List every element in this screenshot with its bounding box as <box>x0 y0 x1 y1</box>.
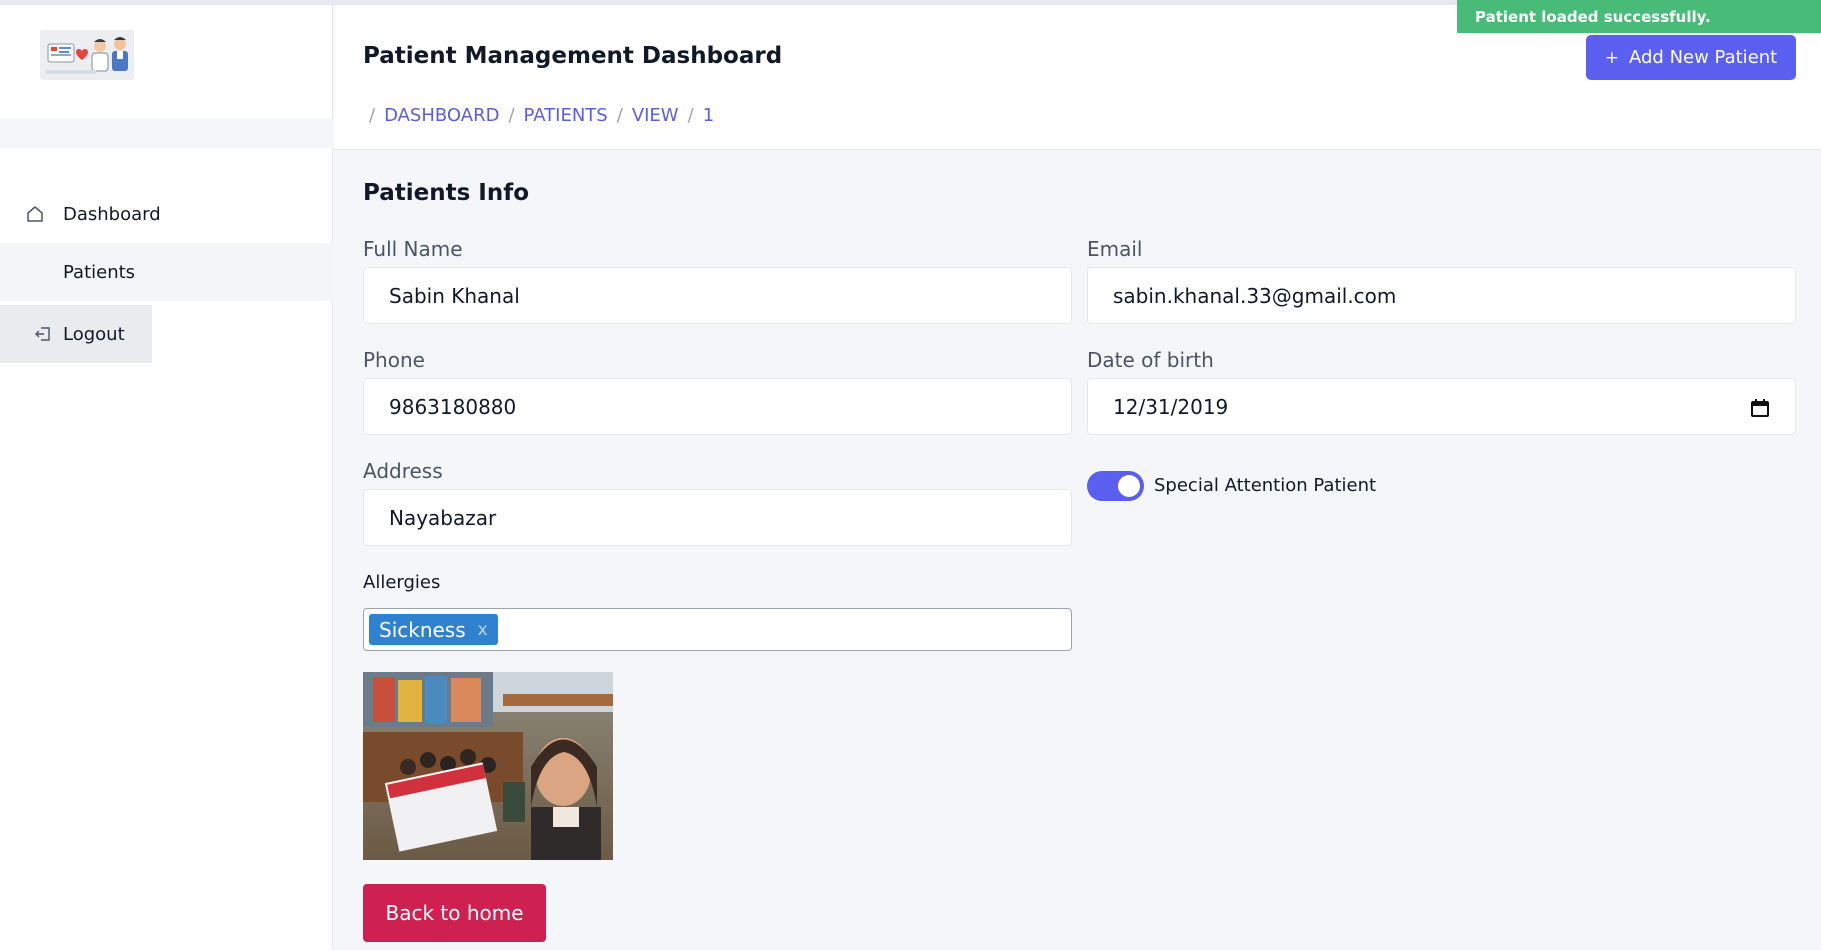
breadcrumb-separator: / <box>687 105 694 126</box>
dob-label: Date of birth <box>1087 348 1214 372</box>
sidebar-item-label: Dashboard <box>63 203 161 225</box>
home-icon <box>24 205 46 223</box>
section-title: Patients Info <box>363 180 530 206</box>
page-title: Patient Management Dashboard <box>363 43 783 69</box>
sidebar-divider-band <box>0 118 333 148</box>
breadcrumb-link-dashboard[interactable]: DASHBOARD <box>384 105 499 126</box>
breadcrumb: / DASHBOARD / PATIENTS / VIEW / 1 <box>369 105 714 126</box>
plus-icon: + <box>1604 47 1619 68</box>
logout-icon <box>32 325 54 343</box>
sidebar-item-label: Logout <box>63 323 125 345</box>
sidebar-item-dashboard[interactable]: Dashboard <box>0 185 333 243</box>
sidebar-item-logout[interactable]: Logout <box>0 305 152 363</box>
sidebar-item-label: Patients <box>63 261 136 283</box>
phone-value: 9863180880 <box>389 394 517 419</box>
breadcrumb-separator: / <box>616 105 623 126</box>
success-toast[interactable]: Patient loaded successfully. <box>1457 0 1821 33</box>
address-field[interactable]: Nayabazar <box>363 489 1072 546</box>
dob-field[interactable]: 12/31/2019 <box>1087 378 1796 435</box>
calendar-icon[interactable] <box>1751 398 1769 422</box>
dob-value: 12/31/2019 <box>1113 394 1229 419</box>
toggle-knob <box>1118 475 1140 497</box>
special-attention-label: Special Attention Patient <box>1154 475 1377 496</box>
breadcrumb-separator: / <box>508 105 515 126</box>
add-new-patient-button[interactable]: + Add New Patient <box>1586 35 1796 80</box>
app-logo[interactable] <box>40 30 134 80</box>
breadcrumb-link-view[interactable]: VIEW <box>632 105 679 126</box>
sidebar-item-patients[interactable]: Patients <box>0 243 333 301</box>
breadcrumb-link-patients[interactable]: PATIENTS <box>524 105 608 126</box>
address-label: Address <box>363 459 443 483</box>
allergy-tag-label: Sickness <box>379 617 466 642</box>
allergy-tag: Sickness x <box>369 614 498 645</box>
email-value: sabin.khanal.33@gmail.com <box>1113 283 1397 308</box>
allergies-label: Allergies <box>363 572 441 593</box>
add-new-patient-label: Add New Patient <box>1629 47 1778 68</box>
back-to-home-button[interactable]: Back to home <box>363 884 546 942</box>
sidebar: Dashboard Patients Logout <box>0 5 333 950</box>
full-name-value: Sabin Khanal <box>389 283 520 308</box>
email-field[interactable]: sabin.khanal.33@gmail.com <box>1087 267 1796 324</box>
special-attention-toggle[interactable] <box>1087 471 1144 501</box>
allergies-tag-input[interactable]: Sickness x <box>363 608 1072 651</box>
full-name-label: Full Name <box>363 237 463 261</box>
remove-tag-icon[interactable]: x <box>478 620 488 640</box>
phone-label: Phone <box>363 348 425 372</box>
email-label: Email <box>1087 237 1143 261</box>
full-name-field[interactable]: Sabin Khanal <box>363 267 1072 324</box>
address-value: Nayabazar <box>389 505 497 530</box>
patient-photo <box>363 672 613 860</box>
breadcrumb-current[interactable]: 1 <box>703 105 714 126</box>
phone-field[interactable]: 9863180880 <box>363 378 1072 435</box>
breadcrumb-separator: / <box>369 105 376 126</box>
